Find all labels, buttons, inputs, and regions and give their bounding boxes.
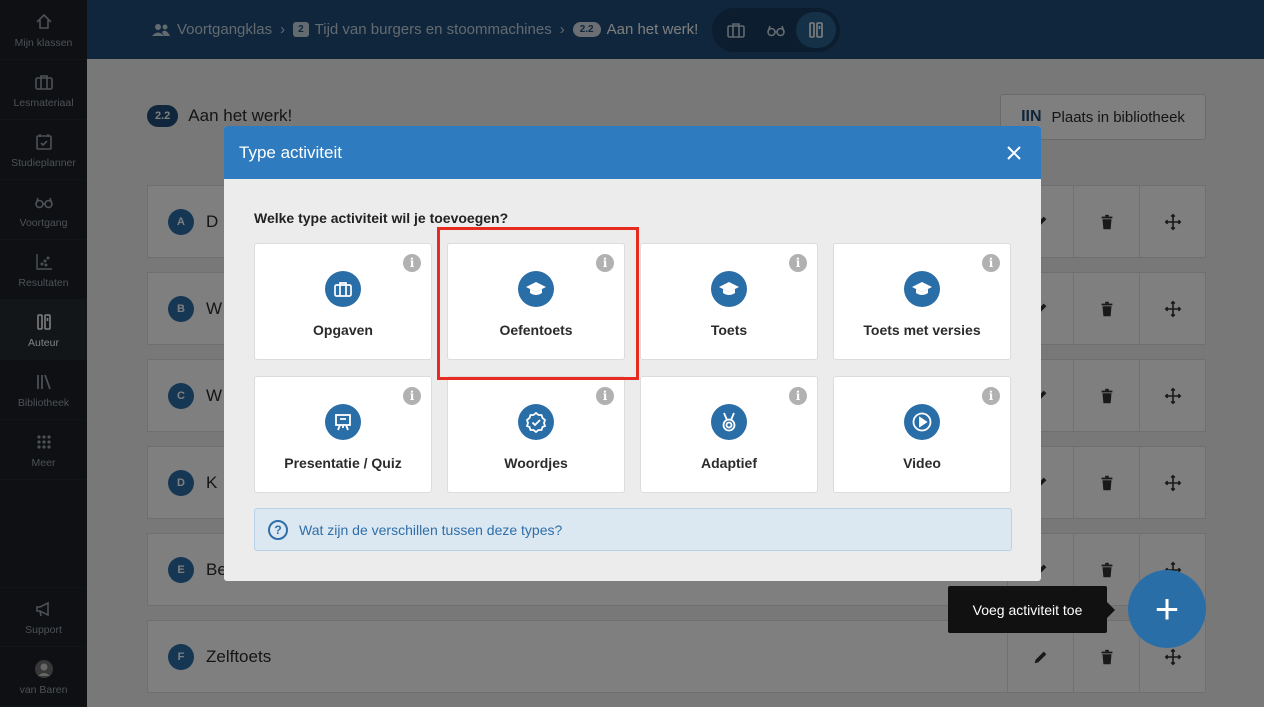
type-card-label: Toets <box>710 322 748 338</box>
dialog-title: Type activiteit <box>239 142 342 162</box>
graduation-cap-icon <box>711 271 747 307</box>
info-icon[interactable]: i <box>403 387 421 405</box>
info-icon[interactable]: i <box>789 387 807 405</box>
type-card-label: Opgaven <box>313 322 373 338</box>
close-button[interactable] <box>1003 142 1025 164</box>
type-card-label: Presentatie / Quiz <box>284 455 402 471</box>
info-icon[interactable]: i <box>596 387 614 405</box>
type-card-presentatie-quiz[interactable]: i Presentatie / Quiz <box>254 376 432 493</box>
type-card-label: Video <box>903 455 941 471</box>
type-card-toets-met-versies[interactable]: i Toets met versies <box>833 243 1011 360</box>
type-card-label: Adaptief <box>701 455 757 471</box>
badge-check-icon <box>518 404 554 440</box>
medal-icon <box>711 404 747 440</box>
info-icon[interactable]: i <box>403 254 421 272</box>
type-card-label: Woordjes <box>504 455 568 471</box>
type-card-video[interactable]: i Video <box>833 376 1011 493</box>
question-icon: ? <box>268 519 288 540</box>
help-link[interactable]: ? Wat zijn de verschillen tussen deze ty… <box>254 508 1012 551</box>
close-icon <box>1007 145 1021 160</box>
info-icon[interactable]: i <box>789 254 807 272</box>
dialog-question: Welke type activiteit wil je toevoegen? <box>254 210 509 226</box>
dialog-header: Type activiteit <box>224 126 1041 179</box>
presentation-icon <box>325 404 361 440</box>
info-icon[interactable]: i <box>982 387 1000 405</box>
briefcase-icon <box>325 271 361 307</box>
type-card-opgaven[interactable]: i Opgaven <box>254 243 432 360</box>
graduation-cap-icon <box>904 271 940 307</box>
type-card-toets[interactable]: i Toets <box>640 243 818 360</box>
type-card-adaptief[interactable]: i Adaptief <box>640 376 818 493</box>
add-activity-button[interactable]: + <box>1128 570 1206 648</box>
type-card-woordjes[interactable]: i Woordjes <box>447 376 625 493</box>
type-card-label: Toets met versies <box>863 322 981 338</box>
help-link-label: Wat zijn de verschillen tussen deze type… <box>299 521 563 538</box>
play-icon <box>904 404 940 440</box>
add-activity-tooltip: Voeg activiteit toe <box>948 586 1115 633</box>
info-icon[interactable]: i <box>982 254 1000 272</box>
selection-highlight <box>437 227 639 380</box>
